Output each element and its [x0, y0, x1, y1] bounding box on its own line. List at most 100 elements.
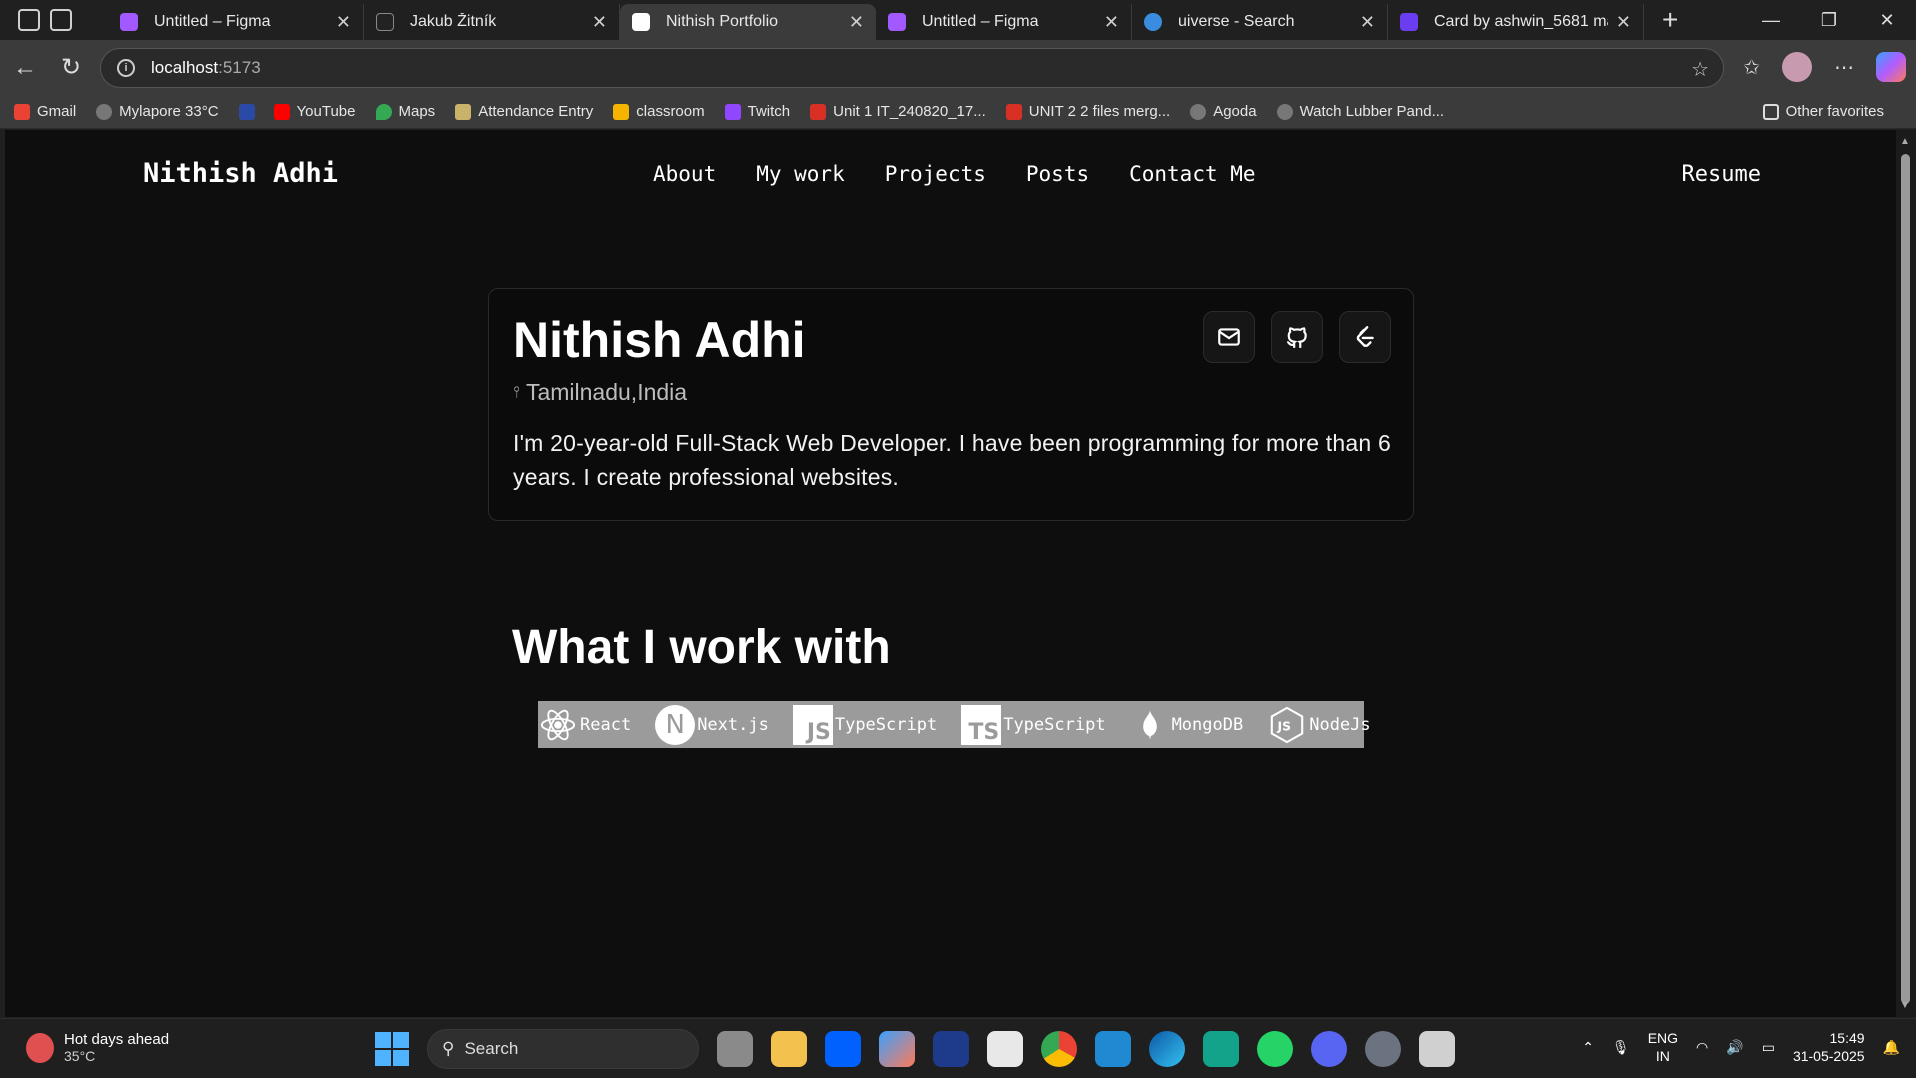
- store-icon[interactable]: [987, 1031, 1023, 1067]
- bookmark-agoda[interactable]: Agoda: [1190, 103, 1257, 120]
- notepad-icon[interactable]: [1419, 1031, 1455, 1067]
- favorite-star-icon[interactable]: ☆: [1691, 57, 1709, 82]
- close-tab-icon[interactable]: ✕: [592, 12, 607, 33]
- screen: Untitled – Figma ✕ Jakub Žitník ✕ Nithis…: [0, 0, 1916, 1078]
- chrome-icon[interactable]: [1041, 1031, 1077, 1067]
- other-favorites[interactable]: Other favorites: [1762, 103, 1884, 120]
- taskbar-apps: ⚲ Search: [375, 1029, 1455, 1069]
- scroll-up-icon[interactable]: ▲: [1900, 136, 1910, 147]
- clock[interactable]: 15:49 31-05-2025: [1793, 1029, 1865, 1065]
- mail-icon: [1218, 328, 1240, 346]
- scrollbar-thumb[interactable]: [1901, 154, 1910, 1004]
- tech-item-react: React: [538, 701, 631, 748]
- tech-stack-bar: React N Next.js JS TypeScript TS TypeScr…: [538, 701, 1371, 748]
- page-scrollbar[interactable]: ▲ ▼: [1896, 130, 1916, 1017]
- favorites-icon[interactable]: ✩: [1743, 55, 1760, 80]
- bookmark-lubber[interactable]: Watch Lubber Pand...: [1276, 103, 1444, 120]
- toolbar-right: ✩ ⋯: [1743, 52, 1906, 82]
- bookmarks-bar: Gmail Mylapore 33°C YouTube Maps Attenda…: [0, 95, 1916, 129]
- settings-icon[interactable]: [1365, 1031, 1401, 1067]
- discord-icon[interactable]: [1311, 1031, 1347, 1067]
- battery-icon[interactable]: ▭: [1762, 1039, 1775, 1056]
- tech-item-javascript: JS TypeScript: [792, 701, 937, 748]
- notifications-icon[interactable]: 🔔: [1883, 1039, 1900, 1056]
- close-tab-icon[interactable]: ✕: [1616, 12, 1631, 33]
- dropbox-icon[interactable]: [825, 1031, 861, 1067]
- bookmark-pdf-unit1[interactable]: Unit 1 IT_240820_17...: [810, 103, 986, 120]
- close-tab-icon[interactable]: ✕: [1104, 12, 1119, 33]
- address-bar[interactable]: i localhost:5173 ☆: [100, 48, 1724, 88]
- close-window-icon[interactable]: ✕: [1858, 10, 1916, 31]
- browser-tab[interactable]: Jakub Žitník ✕: [364, 4, 620, 40]
- nav-link-my-work[interactable]: My work: [756, 162, 845, 186]
- close-tab-icon[interactable]: ✕: [336, 12, 351, 33]
- vscode-icon[interactable]: [1095, 1031, 1131, 1067]
- restore-icon[interactable]: ❐: [1800, 10, 1858, 31]
- start-icon[interactable]: [375, 1032, 409, 1066]
- bookmark-weather[interactable]: Mylapore 33°C: [96, 103, 219, 120]
- mongodb-icon: [1130, 705, 1170, 745]
- bookmark-youtube[interactable]: YouTube: [273, 103, 356, 120]
- bookmark-attendance[interactable]: Attendance Entry: [455, 103, 593, 120]
- file-explorer-icon[interactable]: [771, 1031, 807, 1067]
- mail-button[interactable]: [1203, 311, 1255, 363]
- browser-tab[interactable]: Untitled – Figma ✕: [876, 4, 1132, 40]
- minimize-icon[interactable]: —: [1742, 10, 1800, 31]
- site-brand[interactable]: Nithish Adhi: [143, 158, 338, 189]
- bookmark-unlabeled[interactable]: [238, 103, 262, 120]
- profile-card: Nithish Adhi ⫯ Tamilnadu,India I'm 20-ye…: [488, 288, 1414, 521]
- bookmark-pdf-unit2[interactable]: UNIT 2 2 files merg...: [1005, 103, 1170, 120]
- close-tab-icon[interactable]: ✕: [1360, 12, 1375, 33]
- copilot-icon[interactable]: [1876, 52, 1906, 82]
- new-tab-icon[interactable]: +: [1662, 4, 1678, 36]
- wifi-icon[interactable]: ◠: [1696, 1039, 1708, 1056]
- browser-tab[interactable]: Card by ashwin_5681 made ✕: [1388, 4, 1644, 40]
- site-info-icon[interactable]: i: [117, 59, 135, 77]
- edge-icon[interactable]: [1149, 1031, 1185, 1067]
- microphone-icon[interactable]: 🎙: [1612, 1039, 1630, 1056]
- game-app-icon[interactable]: [1203, 1031, 1239, 1067]
- nav-link-about[interactable]: About: [653, 162, 716, 186]
- weather-title: Hot days ahead: [64, 1031, 170, 1048]
- whatsapp-icon[interactable]: [1257, 1031, 1293, 1067]
- profile-bio: I'm 20-year-old Full-Stack Web Developer…: [513, 430, 1391, 490]
- globe-icon: [1190, 103, 1207, 120]
- github-button[interactable]: [1271, 311, 1323, 363]
- chevron-up-icon[interactable]: ⌃: [1582, 1039, 1594, 1056]
- leetcode-button[interactable]: [1339, 311, 1391, 363]
- bookmark-classroom[interactable]: classroom: [613, 103, 705, 120]
- weather-widget[interactable]: Hot days ahead 35°C: [26, 1031, 169, 1064]
- browser-tab[interactable]: Untitled – Figma ✕: [108, 4, 364, 40]
- bookmark-gmail[interactable]: Gmail: [14, 103, 76, 120]
- profile-avatar[interactable]: [1782, 52, 1812, 82]
- more-menu-icon[interactable]: ⋯: [1834, 55, 1854, 80]
- windows-taskbar: Hot days ahead 35°C ⚲ Search ⌃ 🎙 ENG IN …: [0, 1018, 1916, 1078]
- back-icon[interactable]: ←: [2, 54, 48, 82]
- location-pin-icon: ⫯: [513, 383, 520, 401]
- workspaces-icon[interactable]: [18, 9, 40, 31]
- tab-title: Nithish Portfolio: [666, 13, 779, 30]
- nav-link-projects[interactable]: Projects: [885, 162, 986, 186]
- task-view-icon[interactable]: [717, 1031, 753, 1067]
- browser-tab[interactable]: uiverse - Search ✕: [1132, 4, 1388, 40]
- figma-favicon-icon: [888, 13, 906, 31]
- reload-icon[interactable]: ↻: [48, 53, 94, 82]
- scroll-down-icon[interactable]: ▼: [1900, 1000, 1910, 1011]
- taskbar-search[interactable]: ⚲ Search: [427, 1029, 699, 1069]
- bookmark-twitch[interactable]: Twitch: [724, 103, 790, 120]
- language-indicator[interactable]: ENG IN: [1648, 1029, 1678, 1065]
- profile-location: ⫯ Tamilnadu,India: [513, 379, 687, 406]
- browser-tab-bar: Untitled – Figma ✕ Jakub Žitník ✕ Nithis…: [0, 0, 1916, 40]
- browser-tab-active[interactable]: Nithish Portfolio ✕: [620, 4, 876, 40]
- nav-link-contact[interactable]: Contact Me: [1129, 162, 1255, 186]
- copilot-app-icon[interactable]: [879, 1031, 915, 1067]
- resume-link[interactable]: Resume: [1682, 162, 1761, 187]
- bitwarden-icon[interactable]: [933, 1031, 969, 1067]
- volume-icon[interactable]: 🔊: [1726, 1039, 1743, 1056]
- close-tab-icon[interactable]: ✕: [849, 12, 864, 33]
- system-tray: ⌃ 🎙 ENG IN ◠ 🔊 ▭ 15:49 31-05-2025 🔔: [1582, 1029, 1900, 1065]
- weather-temp: 35°C: [64, 1048, 96, 1064]
- vertical-tabs-icon[interactable]: [50, 9, 72, 31]
- bookmark-maps[interactable]: Maps: [375, 103, 435, 120]
- nav-link-posts[interactable]: Posts: [1026, 162, 1089, 186]
